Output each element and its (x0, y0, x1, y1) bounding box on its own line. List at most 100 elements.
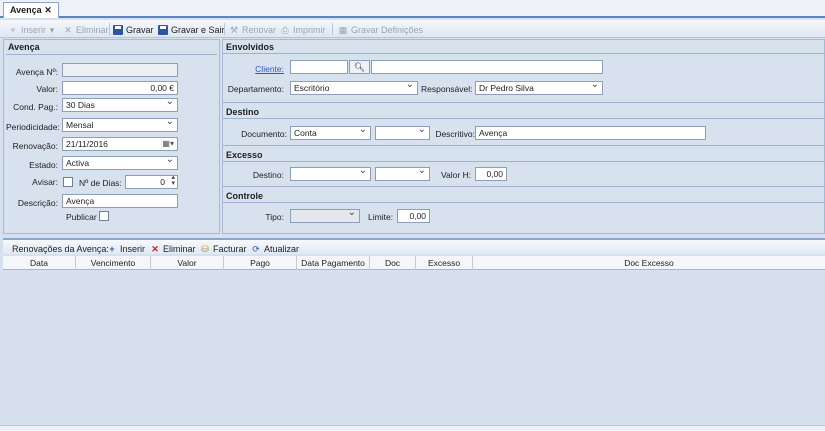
search-button[interactable]: 🔍︎ (349, 60, 370, 74)
tipo-select[interactable] (290, 209, 360, 223)
excesso-destino-select[interactable] (290, 167, 371, 181)
renovacoes-delete-button[interactable]: ✕ Eliminar (150, 242, 196, 255)
search-icon: 🔍︎ (353, 62, 366, 72)
excesso-title: Excesso (226, 150, 263, 160)
save-button[interactable]: Gravar (113, 23, 154, 36)
column-header[interactable]: Valor (151, 256, 224, 270)
periodicidade-select[interactable]: Mensal (62, 118, 178, 132)
toolbar-separator (224, 23, 225, 35)
documento-select[interactable]: Conta (290, 126, 371, 140)
save-settings-label: Gravar Definições (351, 24, 424, 35)
descritivo-label: Descritivo: (435, 129, 475, 139)
publicar-checkbox[interactable] (99, 211, 109, 221)
facturar-label: Facturar (213, 243, 247, 254)
toolbar-separator (332, 23, 333, 35)
right-panel: Envolvidos Cliente: 🔍︎ Departamento: Esc… (222, 39, 825, 234)
x-icon: ✕ (151, 243, 159, 254)
descricao-label: Descrição: (17, 198, 58, 208)
estado-label: Estado: (29, 160, 58, 170)
cliente-code-field[interactable] (290, 60, 348, 74)
calendar-icon[interactable]: ▦▾ (162, 138, 174, 150)
close-icon[interactable]: ✕ (44, 5, 52, 15)
column-header[interactable]: Doc Excesso (473, 256, 825, 270)
divider (223, 186, 825, 187)
responsavel-select[interactable]: Dr Pedro Silva (475, 81, 603, 95)
column-header[interactable]: Data Pagamento (297, 256, 370, 270)
cliente-name-field[interactable] (371, 60, 603, 74)
save-exit-label: Gravar e Sair (171, 24, 225, 35)
renovacoes-delete-label: Eliminar (163, 243, 196, 254)
limite-label: Limite: (368, 212, 394, 222)
facturar-button[interactable]: ⛁ Facturar (200, 242, 247, 255)
tipo-label: Tipo: (265, 212, 284, 222)
save-icon (158, 24, 168, 35)
n-dias-spinner[interactable]: 0 ▴ ▾ (125, 175, 178, 189)
printer-icon: ⎙ (281, 24, 289, 35)
print-button[interactable]: ⎙ Imprimir (280, 23, 325, 36)
valor-h-field[interactable]: 0,00 (475, 167, 507, 181)
insert-button[interactable]: + Inserir ▾ (8, 23, 55, 36)
limite-field[interactable]: 0,00 (397, 209, 430, 223)
envolvidos-title: Envolvidos (226, 42, 275, 52)
grid-settings-icon: ▦ (338, 24, 348, 35)
divider (223, 102, 825, 103)
estado-select[interactable]: Activa (62, 156, 178, 170)
atualizar-button[interactable]: ⟳ Atualizar (251, 242, 299, 255)
periodicidade-label: Periodicidade: (6, 122, 60, 132)
column-header[interactable]: Excesso (416, 256, 473, 270)
valor-label: Valor: (36, 84, 58, 94)
valor-field[interactable]: 0,00 € (62, 81, 178, 95)
avisar-label: Avisar: (32, 177, 58, 187)
column-header[interactable]: Vencimento (76, 256, 151, 270)
column-header[interactable]: Data (3, 256, 76, 270)
documento-serie-select[interactable] (375, 126, 430, 140)
controle-title: Controle (226, 191, 263, 201)
tab-title: Avença (10, 5, 42, 15)
renovacoes-toolbar: Renovações da Avença: + Inserir ✕ Elimin… (3, 238, 825, 254)
refresh-icon: ⟳ (252, 243, 260, 254)
x-icon: ✕ (64, 24, 72, 35)
toolbar-separator (109, 23, 110, 35)
atualizar-label: Atualizar (264, 243, 300, 254)
save-exit-button[interactable]: Gravar e Sair (158, 23, 225, 36)
column-header[interactable]: Pago (224, 256, 297, 270)
cond-pag-label: Cond. Pag.: (13, 102, 58, 112)
divider (223, 53, 825, 54)
excesso-serie-select[interactable] (375, 167, 430, 181)
avenca-title: Avença (8, 42, 40, 52)
numero-field[interactable] (62, 63, 178, 77)
renovacoes-title: Renovações da Avença: (12, 243, 109, 254)
descritivo-field[interactable]: Avença (475, 126, 706, 140)
save-settings-button[interactable]: ▦ Gravar Definições (338, 23, 423, 36)
destino-title: Destino (226, 107, 260, 117)
main-toolbar: + Inserir ▾ ✕ Eliminar Gravar Gravar e S… (0, 20, 825, 38)
plus-icon: + (109, 243, 115, 254)
renovacoes-insert-button[interactable]: + Inserir (107, 242, 145, 255)
descricao-field[interactable]: Avença (62, 194, 178, 208)
renew-button[interactable]: ⚒ Renovar (229, 23, 276, 36)
renovacao-date-field[interactable]: 21/11/2016 ▦▾ (62, 137, 178, 151)
save-icon (113, 24, 123, 35)
renovacao-label: Renovação: (12, 141, 58, 151)
spinner-arrows-icon[interactable]: ▴ ▾ (171, 176, 175, 187)
insert-label: Inserir (21, 24, 47, 35)
chevron-down-icon: ▾ (49, 24, 55, 35)
excesso-destino-label: Destino: (252, 170, 284, 180)
tab-strip: Avença ✕ (0, 0, 825, 18)
renovacao-value: 21/11/2016 (66, 139, 108, 149)
n-dias-label: Nº de Dias: (79, 178, 122, 188)
divider (223, 145, 825, 146)
documento-label: Documento: (241, 129, 287, 139)
renovacoes-grid-header: Data Vencimento Valor Pago Data Pagament… (3, 256, 825, 270)
departamento-select[interactable]: Escritório (290, 81, 418, 95)
column-header[interactable]: Doc (370, 256, 416, 270)
avisar-checkbox[interactable] (63, 177, 73, 187)
divider (6, 54, 217, 55)
delete-button[interactable]: ✕ Eliminar (63, 23, 108, 36)
cliente-label[interactable]: Cliente: (223, 64, 284, 74)
renovacoes-insert-label: Inserir (120, 243, 146, 254)
responsavel-label: Responsável: (421, 84, 473, 94)
cond-pag-select[interactable]: 30 Dias (62, 98, 178, 112)
tab-avenca[interactable]: Avença ✕ (3, 2, 59, 18)
renovacoes-grid-body[interactable] (3, 271, 825, 425)
